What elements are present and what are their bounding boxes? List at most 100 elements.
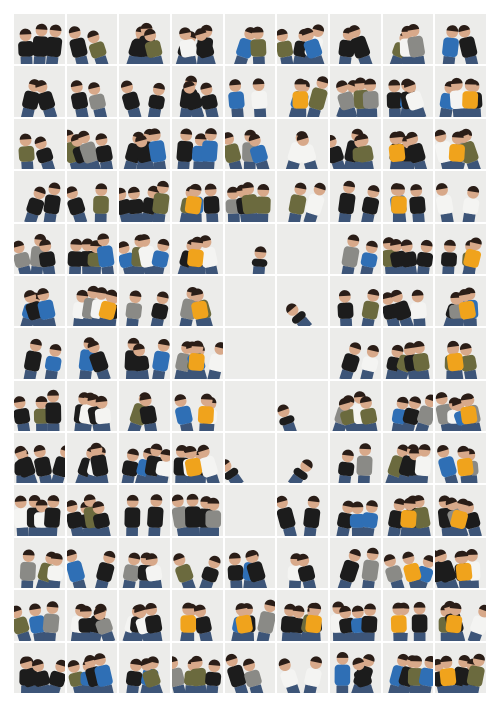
photo-frame bbox=[119, 485, 170, 536]
photo-frame bbox=[14, 328, 65, 379]
photo-frame bbox=[382, 14, 434, 65]
photo-frame bbox=[382, 642, 434, 693]
photo-frame bbox=[277, 66, 328, 117]
photo-frame bbox=[14, 485, 65, 536]
photo-frame bbox=[330, 66, 381, 117]
photo-frame bbox=[14, 118, 65, 170]
photo-frame bbox=[224, 14, 276, 65]
photo-frame bbox=[224, 485, 276, 536]
photo-frame bbox=[224, 537, 276, 589]
photo-frame bbox=[277, 642, 328, 693]
photo-frame bbox=[435, 590, 486, 641]
contact-sheet-grid bbox=[14, 14, 486, 693]
photo-frame bbox=[330, 328, 381, 379]
photo-frame bbox=[66, 380, 118, 432]
photo-frame bbox=[435, 275, 486, 327]
photo-frame bbox=[224, 328, 276, 379]
photo-frame bbox=[382, 171, 434, 222]
photo-frame bbox=[172, 14, 223, 65]
photo-frame bbox=[277, 223, 328, 274]
photo-frame bbox=[66, 14, 118, 65]
photo-frame bbox=[224, 590, 276, 641]
photo-frame bbox=[277, 14, 328, 65]
photo-frame bbox=[172, 590, 223, 641]
photo-frame bbox=[382, 380, 434, 432]
photo-frame bbox=[330, 380, 381, 432]
photo-frame bbox=[435, 223, 486, 274]
photo-frame bbox=[14, 14, 65, 65]
photo-frame bbox=[14, 275, 65, 327]
photo-frame bbox=[382, 433, 434, 484]
photo-frame bbox=[277, 380, 328, 432]
photo-frame bbox=[172, 275, 223, 327]
photo-frame bbox=[330, 14, 381, 65]
photo-frame bbox=[382, 118, 434, 170]
photo-frame bbox=[14, 380, 65, 432]
photo-frame bbox=[14, 66, 65, 117]
photo-frame bbox=[119, 223, 170, 274]
photo-frame bbox=[435, 14, 486, 65]
photo-frame bbox=[14, 223, 65, 274]
photo-frame bbox=[119, 433, 170, 484]
photo-frame bbox=[435, 171, 486, 222]
photo-frame bbox=[224, 66, 276, 117]
photo-frame bbox=[330, 118, 381, 170]
photo-frame bbox=[119, 537, 170, 589]
photo-frame bbox=[330, 275, 381, 327]
photo-frame bbox=[119, 328, 170, 379]
photo-frame bbox=[224, 223, 276, 274]
photo-frame bbox=[435, 485, 486, 536]
photo-frame bbox=[224, 118, 276, 170]
photo-frame bbox=[330, 537, 381, 589]
photo-frame bbox=[435, 642, 486, 693]
photo-frame bbox=[382, 275, 434, 327]
photo-frame bbox=[119, 642, 170, 693]
photo-frame bbox=[172, 433, 223, 484]
photo-frame bbox=[277, 590, 328, 641]
photo-frame bbox=[330, 485, 381, 536]
photo-frame bbox=[277, 118, 328, 170]
photo-frame bbox=[330, 642, 381, 693]
photo-frame bbox=[277, 433, 328, 484]
photo-frame bbox=[435, 328, 486, 379]
photo-frame bbox=[382, 328, 434, 379]
photo-frame bbox=[277, 275, 328, 327]
photo-frame bbox=[435, 118, 486, 170]
photo-frame bbox=[66, 485, 118, 536]
photo-frame bbox=[330, 223, 381, 274]
photo-frame bbox=[66, 642, 118, 693]
photo-frame bbox=[435, 380, 486, 432]
photo-frame bbox=[66, 590, 118, 641]
photo-frame bbox=[172, 66, 223, 117]
photo-frame bbox=[382, 66, 434, 117]
photo-frame bbox=[66, 537, 118, 589]
photo-frame bbox=[224, 433, 276, 484]
photo-frame bbox=[382, 485, 434, 536]
photo-frame bbox=[66, 275, 118, 327]
photo-frame bbox=[172, 642, 223, 693]
photo-frame bbox=[172, 485, 223, 536]
photo-frame bbox=[119, 14, 170, 65]
photo-frame bbox=[277, 171, 328, 222]
photo-frame bbox=[330, 171, 381, 222]
photo-frame bbox=[14, 642, 65, 693]
photo-frame bbox=[224, 642, 276, 693]
photo-frame bbox=[14, 433, 65, 484]
photo-frame bbox=[66, 66, 118, 117]
photo-frame bbox=[119, 118, 170, 170]
photo-frame bbox=[66, 433, 118, 484]
photo-frame bbox=[224, 171, 276, 222]
photo-frame bbox=[172, 537, 223, 589]
photo-frame bbox=[119, 275, 170, 327]
photo-frame bbox=[119, 66, 170, 117]
photo-frame bbox=[172, 380, 223, 432]
photo-frame bbox=[224, 275, 276, 327]
photo-frame bbox=[277, 537, 328, 589]
photo-frame bbox=[330, 433, 381, 484]
photo-frame bbox=[66, 328, 118, 379]
photo-frame bbox=[382, 223, 434, 274]
photo-frame bbox=[277, 328, 328, 379]
photo-frame bbox=[14, 537, 65, 589]
photo-frame bbox=[172, 328, 223, 379]
photo-frame bbox=[119, 380, 170, 432]
